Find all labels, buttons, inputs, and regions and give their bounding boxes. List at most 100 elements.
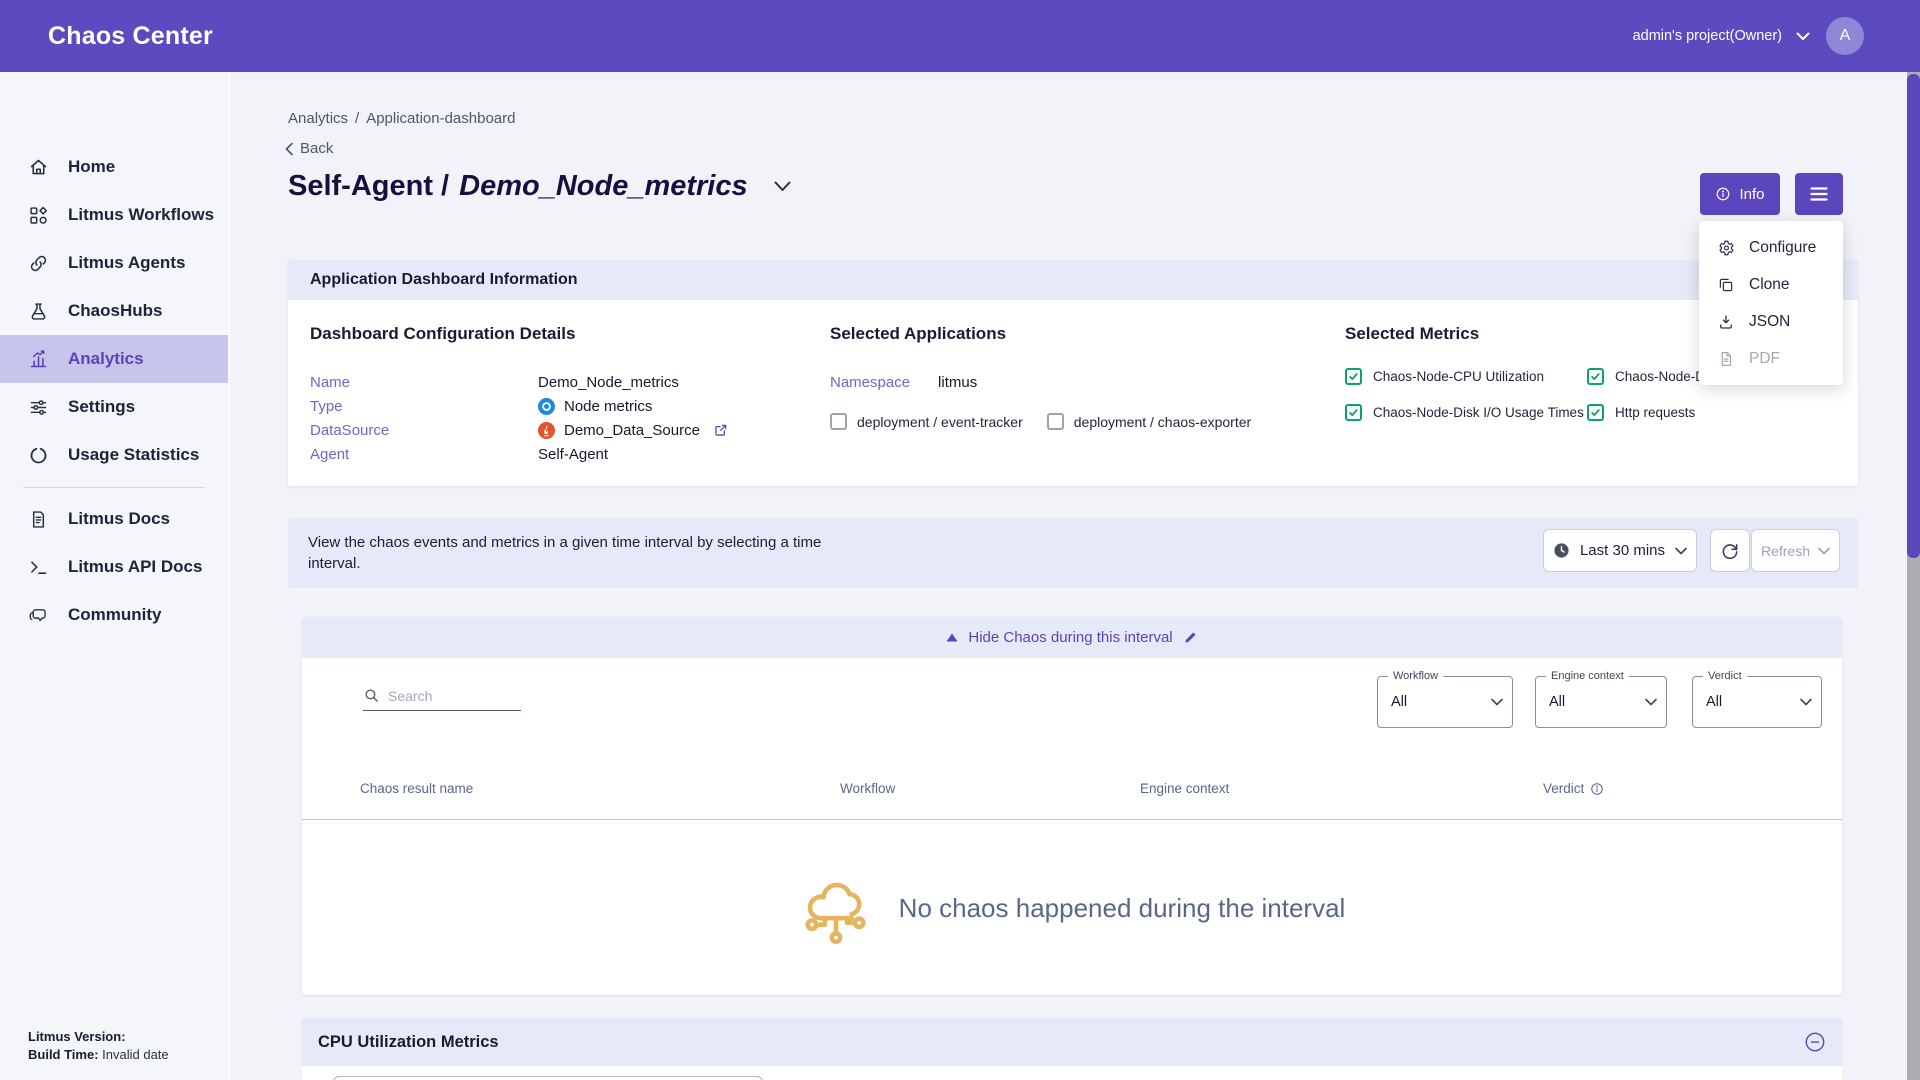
sidebar-item-label: Litmus Workflows <box>68 205 214 225</box>
menu-item-label: Configure <box>1749 239 1816 257</box>
filter-value: All <box>1706 694 1722 710</box>
checkbox-http-requests[interactable] <box>1587 404 1604 421</box>
refresh-now-button[interactable] <box>1710 529 1750 572</box>
sidebar-item-litmus-workflows[interactable]: Litmus Workflows <box>0 191 228 239</box>
menu-item-pdf[interactable]: PDF <box>1699 340 1843 377</box>
checkbox-chaos-exporter[interactable] <box>1047 413 1064 430</box>
sidebar-item-chaoshubs[interactable]: ChaosHubs <box>0 287 228 335</box>
sidebar-item-usage-statistics[interactable]: Usage Statistics <box>0 431 228 479</box>
time-range-select[interactable]: Last 30 mins <box>1543 529 1697 572</box>
dashboard-configuration-details: Dashboard Configuration Details Name Dem… <box>288 300 808 486</box>
menu-item-configure[interactable]: Configure <box>1699 229 1843 266</box>
cpu-metric-select-partial[interactable] <box>333 1076 763 1080</box>
hide-chaos-toggle[interactable]: Hide Chaos during this interval <box>302 617 1842 658</box>
breadcrumb: Analytics/Application-dashboard <box>288 110 515 127</box>
download-icon <box>1717 313 1735 331</box>
clone-icon <box>1717 276 1735 294</box>
community-icon <box>28 605 49 626</box>
empty-state: No chaos happened during the interval <box>302 821 1842 995</box>
agent-name: Self-Agent / <box>288 170 449 202</box>
menu-item-clone[interactable]: Clone <box>1699 266 1843 303</box>
info-circle-icon[interactable] <box>1590 782 1604 796</box>
namespace-value: litmus <box>938 374 977 391</box>
sidebar-item-community[interactable]: Community <box>0 591 228 639</box>
config-rows: Name Demo_Node_metrics Type Node metrics <box>310 370 808 466</box>
chaos-events-panel: Hide Chaos during this interval Workflow… <box>302 617 1842 995</box>
chaoshubs-icon <box>28 301 49 322</box>
config-row-name: Name Demo_Node_metrics <box>310 370 808 394</box>
breadcrumb-application-dashboard[interactable]: Application-dashboard <box>366 110 515 127</box>
sidebar-item-settings[interactable]: Settings <box>0 383 228 431</box>
sidebar-item-analytics[interactable]: Analytics <box>0 335 228 383</box>
workflow-filter-select[interactable]: Workflow All <box>1377 676 1513 728</box>
checkbox-row: deployment / chaos-exporter <box>1047 413 1251 430</box>
sidebar-item-label: Litmus Docs <box>68 509 170 529</box>
refresh-interval-select[interactable]: Refresh <box>1751 529 1840 572</box>
breadcrumb-analytics[interactable]: Analytics <box>288 110 348 127</box>
usage-icon <box>28 445 49 466</box>
checkbox-disk-io-times[interactable] <box>1345 404 1362 421</box>
api-docs-icon <box>28 557 49 578</box>
file-icon <box>1717 350 1735 368</box>
filter-value: All <box>1549 694 1565 710</box>
menu-item-json[interactable]: JSON <box>1699 303 1843 340</box>
dashboard-switcher-chevron-icon[interactable] <box>774 181 791 192</box>
analytics-icon <box>28 349 49 370</box>
project-switcher[interactable]: admin's project(Owner) <box>1633 28 1810 44</box>
version-info: Litmus Version: Build Time: Invalid date <box>28 1028 169 1064</box>
collapse-minus-icon[interactable] <box>1804 1031 1826 1053</box>
cloud-circuit-icon <box>799 870 873 946</box>
sidebar-item-home[interactable]: Home <box>0 143 228 191</box>
dashboard-menu-button[interactable] <box>1795 173 1843 215</box>
chevron-down-icon <box>1796 32 1810 41</box>
triangle-up-icon <box>946 633 958 642</box>
sidebar-item-label: Community <box>68 605 162 625</box>
column-verdict: Verdict <box>1543 781 1604 796</box>
panel-body: Dashboard Configuration Details Name Dem… <box>288 300 1858 486</box>
pencil-icon[interactable] <box>1183 630 1198 645</box>
sidebar-item-litmus-api-docs[interactable]: Litmus API Docs <box>0 543 228 591</box>
search-input[interactable] <box>388 688 508 704</box>
panel-title: Application Dashboard Information <box>310 271 578 289</box>
hamburger-icon <box>1810 187 1828 201</box>
config-row-agent: Agent Self-Agent <box>310 442 808 466</box>
application-checkboxes: deployment / event-tracker deployment / … <box>830 413 1326 430</box>
search-box <box>363 687 521 711</box>
search-icon <box>363 687 380 704</box>
scrollbar-thumb[interactable] <box>1907 74 1920 558</box>
cpu-utilization-section-header: CPU Utilization Metrics <box>302 1018 1842 1066</box>
filter-value: All <box>1391 694 1407 710</box>
checkbox-row: Http requests <box>1587 404 1858 421</box>
docs-icon <box>28 509 49 530</box>
external-link-icon[interactable] <box>713 422 729 438</box>
engine-context-filter-select[interactable]: Engine context All <box>1535 676 1667 728</box>
build-time-value: Invalid date <box>99 1047 169 1062</box>
dashboard-menu-dropdown: Configure Clone JSON PDF <box>1699 221 1843 385</box>
checkbox-event-tracker[interactable] <box>830 413 847 430</box>
back-button[interactable]: Back <box>284 140 333 157</box>
project-label: admin's project(Owner) <box>1633 28 1782 44</box>
main-content: Analytics/Application-dashboard Back Sel… <box>230 72 1907 1080</box>
checkbox-row: Chaos-Node-CPU Utilization <box>1345 368 1587 385</box>
filter-label: Engine context <box>1546 670 1629 682</box>
app-root: Chaos Center admin's project(Owner) A Ho… <box>0 0 1920 1080</box>
chevron-down-icon <box>1800 698 1812 706</box>
page-title: Self-Agent /Demo_Node_metrics <box>288 170 748 203</box>
avatar[interactable]: A <box>1826 17 1864 55</box>
gear-icon <box>1717 239 1735 257</box>
sidebar-item-litmus-docs[interactable]: Litmus Docs <box>0 495 228 543</box>
info-button[interactable]: Info <box>1700 173 1780 215</box>
sidebar-item-label: Settings <box>68 397 135 417</box>
sidebar-divider <box>23 487 205 488</box>
back-label: Back <box>300 140 333 157</box>
verdict-filter-select[interactable]: Verdict All <box>1692 676 1822 728</box>
chevron-down-icon <box>1818 547 1830 555</box>
application-dashboard-information-panel: Application Dashboard Information Dashbo… <box>288 260 1858 486</box>
settings-icon <box>28 397 49 418</box>
sidebar-item-litmus-agents[interactable]: Litmus Agents <box>0 239 228 287</box>
cpu-section-title: CPU Utilization Metrics <box>318 1033 499 1052</box>
checkbox-cpu-utilization[interactable] <box>1345 368 1362 385</box>
filter-label: Workflow <box>1388 670 1443 682</box>
agents-icon <box>28 253 49 274</box>
checkbox-disk-io-rw[interactable] <box>1587 368 1604 385</box>
